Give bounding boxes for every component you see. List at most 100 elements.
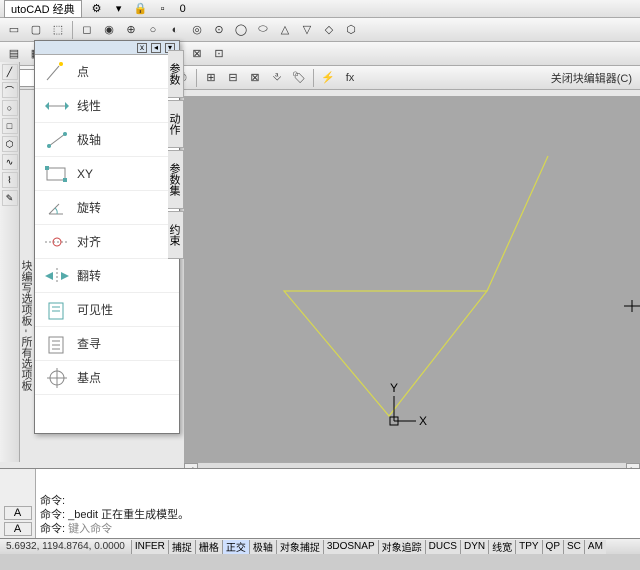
cmd-sections: A A (0, 469, 36, 538)
status-toggle-对象追踪[interactable]: 对象追踪 (378, 540, 425, 554)
status-toggle-正交[interactable]: 正交 (222, 540, 249, 554)
tb-icon[interactable]: ⊠ (245, 68, 265, 88)
status-toggle-DYN[interactable]: DYN (460, 540, 488, 554)
tool-icon[interactable]: ∿ (2, 154, 18, 170)
drawing-canvas[interactable]: X Y (184, 96, 640, 466)
status-toggle-对象捕捉[interactable]: 对象捕捉 (276, 540, 323, 554)
tb-icon[interactable]: ▭ (4, 20, 24, 40)
tool-icon[interactable]: □ (2, 118, 18, 134)
palette-header: x ◂ ▾ (35, 41, 179, 55)
status-toggle-QP[interactable]: QP (542, 540, 563, 554)
tb-icon[interactable]: ◻ (77, 20, 97, 40)
status-toggle-DUCS[interactable]: DUCS (425, 540, 460, 554)
tb-icon[interactable]: fx (340, 68, 360, 88)
section-a[interactable]: A (4, 522, 32, 536)
palette-item-polar[interactable]: 极轴 (35, 123, 179, 157)
tb-icon[interactable]: ◉ (99, 20, 119, 40)
dropdown-icon[interactable]: ▾ (112, 2, 126, 16)
tool-icon[interactable]: ⬡ (2, 136, 18, 152)
status-toggle-3DOSNAP[interactable]: 3DOSNAP (323, 540, 378, 554)
palette-label: XY (77, 167, 93, 181)
status-toggle-SC[interactable]: SC (563, 540, 584, 554)
palette-item-xy[interactable]: XY (35, 157, 179, 191)
tb-icon[interactable]: ▽ (297, 20, 317, 40)
workspace-dropdown[interactable]: utoCAD 经典 (4, 0, 82, 18)
status-toggle-AM[interactable]: AM (584, 540, 606, 554)
tab-params[interactable]: 参数 (168, 50, 184, 98)
tb-icon[interactable]: ⚡ (318, 68, 338, 88)
palette-side-tabs: 参数 动作 参数集 约束 (168, 50, 184, 261)
tb-icon[interactable]: ⊡ (209, 44, 229, 64)
command-line: 命令: _bedit 正在重生成模型。 (40, 508, 636, 522)
tb-icon[interactable]: ⊙ (209, 20, 229, 40)
toolbar-row-1: ▭ ▢ ⬚ ◻ ◉ ⊕ ○ ◐ ◎ ⊙ ◯ ⬭ △ ▽ ◇ ⬡ (0, 18, 640, 42)
rotation-param-icon (39, 194, 77, 222)
point-param-icon (39, 58, 77, 86)
command-body[interactable]: 命令: 命令: _bedit 正在重生成模型。 命令: 键入命令 (36, 469, 640, 538)
square-icon[interactable]: ▫ (156, 2, 170, 16)
status-toggle-捕捉[interactable]: 捕捉 (168, 540, 195, 554)
tb-icon[interactable]: ⊕ (121, 20, 141, 40)
tb-icon[interactable]: ⬭ (253, 20, 273, 40)
tb-icon[interactable]: ⬚ (48, 20, 68, 40)
tb-icon[interactable]: ◇ (319, 20, 339, 40)
section-a[interactable]: A (4, 506, 32, 520)
tool-icon[interactable]: ⌇ (2, 172, 18, 188)
palette-item-point[interactable]: 点 (35, 55, 179, 89)
tab-constraints[interactable]: 约束 (168, 211, 184, 259)
palette-item-alignment[interactable]: 对齐 (35, 225, 179, 259)
status-toggle-线宽[interactable]: 线宽 (488, 540, 515, 554)
palette-item-basepoint[interactable]: 基点 (35, 361, 179, 395)
pin-icon[interactable]: ◂ (151, 43, 161, 53)
status-toggle-栅格[interactable]: 栅格 (195, 540, 222, 554)
lookup-param-icon (39, 330, 77, 358)
tb-icon[interactable]: ▢ (26, 20, 46, 40)
tb-icon[interactable]: ▤ (4, 44, 24, 64)
lock-icon[interactable]: 🔒 (134, 2, 148, 16)
tool-icon[interactable]: ○ (2, 100, 18, 116)
command-prompt[interactable]: 命令: 键入命令 (40, 522, 636, 536)
tb-icon[interactable]: ◯ (231, 20, 251, 40)
status-toggle-TPY[interactable]: TPY (515, 540, 541, 554)
axis-x-label: X (419, 414, 427, 428)
status-toggle-INFER[interactable]: INFER (131, 540, 168, 554)
tb-icon[interactable]: ⊟ (223, 68, 243, 88)
tab-actions[interactable]: 动作 (168, 100, 184, 148)
flip-param-icon (39, 262, 77, 290)
tb-icon[interactable]: ⎀ (267, 68, 287, 88)
tool-icon[interactable]: ╱ (2, 64, 18, 80)
linear-param-icon (39, 92, 77, 120)
tb-icon[interactable]: 🏷 (289, 68, 309, 88)
tb-icon[interactable]: ◎ (187, 20, 207, 40)
tb-icon[interactable]: ⊠ (187, 44, 207, 64)
palette-item-rotation[interactable]: 旋转 (35, 191, 179, 225)
palette-item-lookup[interactable]: 查寻 (35, 327, 179, 361)
tb-icon[interactable]: ⬡ (341, 20, 361, 40)
palette-label: 查寻 (77, 335, 101, 352)
bottom-spacer (0, 554, 640, 570)
status-toggle-极轴[interactable]: 极轴 (249, 540, 276, 554)
alignment-param-icon (39, 228, 77, 256)
palette-label: 翻转 (77, 267, 101, 284)
tab-paramsets[interactable]: 参数集 (168, 150, 184, 209)
palette-label: 线性 (77, 97, 101, 114)
tb-icon[interactable]: ⊞ (201, 68, 221, 88)
gear-icon[interactable]: ⚙ (90, 2, 104, 16)
palette-item-visibility[interactable]: 可见性 (35, 293, 179, 327)
palette-label: 基点 (77, 369, 101, 386)
palette-item-flip[interactable]: 翻转 (35, 259, 179, 293)
tb-icon[interactable]: ◐ (165, 20, 185, 40)
block-authoring-palette: x ◂ ▾ 点 线性 极轴 XY 旋转 对齐 翻转 可见性 查寻 基点 (34, 40, 180, 434)
tb-icon[interactable]: ○ (143, 20, 163, 40)
basepoint-param-icon (39, 364, 77, 392)
xy-param-icon (39, 160, 77, 188)
close-block-editor-button[interactable]: 关闭块编辑器(C) (547, 70, 636, 86)
close-icon[interactable]: x (137, 43, 147, 53)
palette-item-linear[interactable]: 线性 (35, 89, 179, 123)
command-window: A A 命令: 命令: _bedit 正在重生成模型。 命令: 键入命令 (0, 468, 640, 538)
tool-icon[interactable]: ✎ (2, 190, 18, 206)
palette-title-vertical: 块编写选项板 - 所有选项板 (20, 260, 34, 391)
tb-icon[interactable]: △ (275, 20, 295, 40)
coordinates: 5.6932, 1194.8764, 0.0000 (0, 541, 131, 552)
tool-icon[interactable]: ⌒ (2, 82, 18, 98)
